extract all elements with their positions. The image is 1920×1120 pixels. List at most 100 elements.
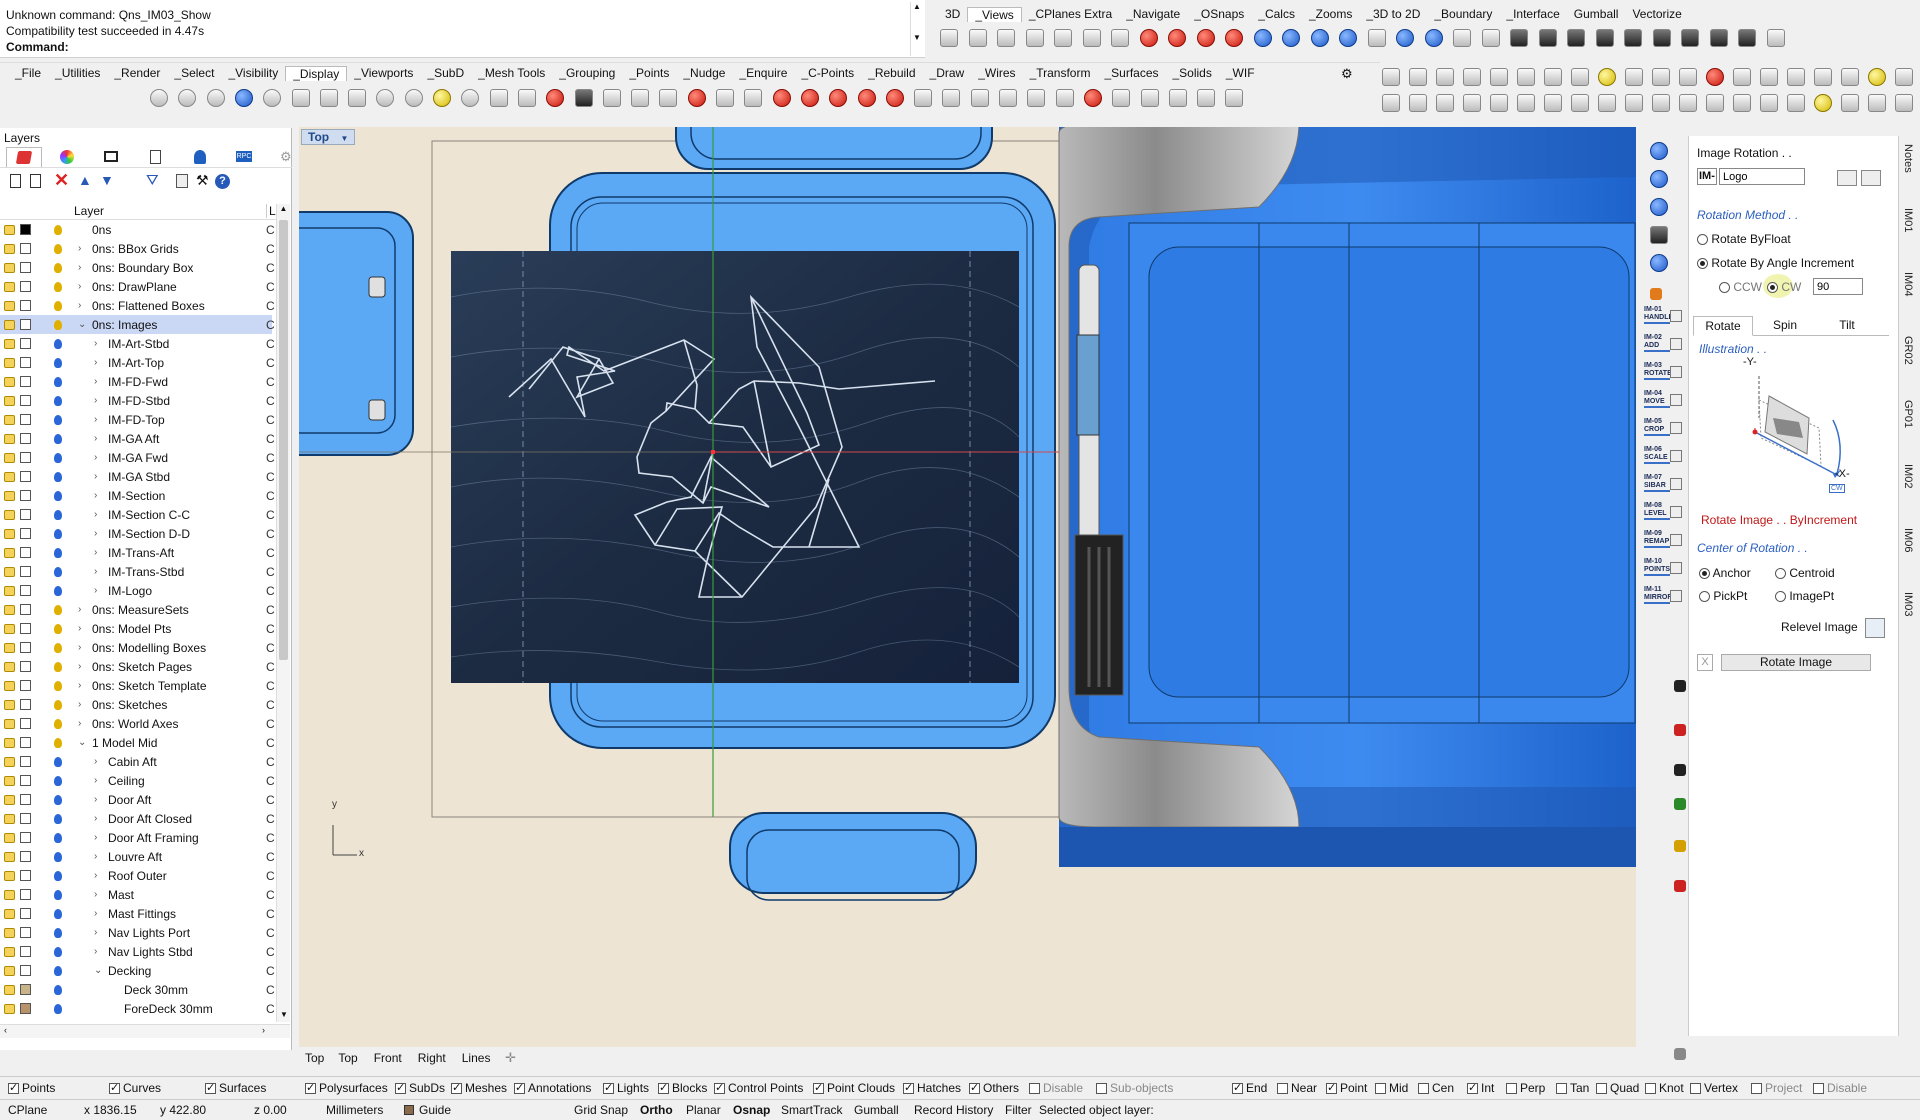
lightbulb-icon[interactable] [54, 718, 62, 729]
layer-row[interactable]: › IM-Art-Top C [0, 353, 275, 372]
edit-tool-button[interactable] [1866, 92, 1888, 114]
top-tab[interactable]: _Zooms [1302, 7, 1359, 22]
chevron-right-icon[interactable]: › [94, 889, 97, 900]
filter-surfaces[interactable]: Surfaces [205, 1081, 266, 1095]
checkbox[interactable] [1418, 1083, 1429, 1094]
chevron-right-icon[interactable]: › [94, 832, 97, 843]
chevron-down-icon[interactable]: ▼ [340, 134, 348, 143]
filter-others[interactable]: Others [969, 1081, 1019, 1095]
lightbulb-icon[interactable] [54, 927, 62, 938]
view-tool-button[interactable] [1565, 27, 1587, 49]
menu-tab[interactable]: _Viewports [347, 66, 420, 81]
chevron-right-icon[interactable]: › [94, 775, 97, 786]
ruler-icon[interactable] [1674, 880, 1686, 892]
layer-color-swatch[interactable] [20, 547, 31, 558]
chevron-right-icon[interactable]: › [94, 851, 97, 862]
chevron-right-icon[interactable]: › [78, 262, 81, 273]
layer-color-swatch[interactable] [20, 604, 31, 615]
osnap-quad[interactable]: Quad [1596, 1081, 1639, 1095]
layer-material-cell[interactable]: C [266, 432, 275, 446]
checkbox[interactable] [1506, 1083, 1517, 1094]
layer-color-swatch[interactable] [20, 224, 31, 235]
tab-properties[interactable] [150, 150, 161, 164]
osnap-near[interactable]: Near [1277, 1081, 1317, 1095]
lock-icon[interactable] [4, 851, 15, 862]
chevron-right-icon[interactable]: › [78, 243, 81, 254]
filter-subds[interactable]: SubDs [395, 1081, 445, 1095]
checkbox[interactable] [1375, 1083, 1386, 1094]
filter-point-clouds[interactable]: Point Clouds [813, 1081, 895, 1095]
layer-row[interactable]: › 0ns: Boundary Box C [0, 258, 275, 277]
layer-row[interactable]: › Cabin Aft C [0, 752, 275, 771]
checkbox[interactable] [714, 1081, 725, 1094]
radio-rotate-byincrement[interactable]: Rotate By Angle Increment [1697, 256, 1854, 270]
layer-row[interactable]: › Door Aft Closed C [0, 809, 275, 828]
side-tool-icon[interactable] [1670, 478, 1682, 490]
layer-color-swatch[interactable] [20, 775, 31, 786]
toggle-grid-snap[interactable]: Grid Snap [574, 1103, 628, 1117]
draw-tool-button[interactable] [1812, 66, 1834, 88]
menu-tab[interactable]: _File [8, 66, 48, 81]
layer-color-swatch[interactable] [20, 642, 31, 653]
view-tool-button[interactable] [1679, 27, 1701, 49]
grid-icon[interactable] [1674, 724, 1686, 736]
lock-icon[interactable] [4, 262, 15, 273]
layer-color-swatch[interactable] [20, 414, 31, 425]
side-tool-im-01[interactable]: IM-01 HANDLE [1644, 306, 1673, 330]
layer-row[interactable]: › Door Aft Framing C [0, 828, 275, 847]
chevron-right-icon[interactable]: › [94, 395, 97, 406]
layer-color-swatch[interactable] [20, 984, 31, 995]
view-tool-button[interactable] [1223, 27, 1245, 49]
layer-row[interactable]: › IM-Logo C [0, 581, 275, 600]
view-tool-button[interactable] [967, 27, 989, 49]
layer-row[interactable]: › Ceiling C [0, 771, 275, 790]
angle-field[interactable] [1813, 278, 1863, 295]
layer-color-swatch[interactable] [20, 908, 31, 919]
lightbulb-icon[interactable] [54, 281, 62, 292]
view-tool-button[interactable] [938, 27, 960, 49]
view-tool-button[interactable] [1537, 27, 1559, 49]
top-tab[interactable]: _Calcs [1251, 7, 1302, 22]
menu-tab[interactable]: _Visibility [221, 66, 285, 81]
view-tool-button[interactable] [1252, 27, 1274, 49]
osnap-point[interactable]: Point [1326, 1081, 1367, 1095]
chevron-right-icon[interactable]: › [94, 813, 97, 824]
lock-icon[interactable] [4, 471, 15, 482]
layer-color-swatch[interactable] [20, 490, 31, 501]
lock-icon[interactable] [4, 585, 15, 596]
layer-row[interactable]: › 0ns: Model Pts C [0, 619, 275, 638]
display-tool-button[interactable] [1223, 87, 1245, 109]
checkbox[interactable] [1232, 1081, 1243, 1094]
view-tool-button[interactable] [995, 27, 1017, 49]
checkbox[interactable] [903, 1081, 914, 1094]
osnap-knot[interactable]: Knot [1645, 1081, 1684, 1095]
layer-material-cell[interactable]: C [266, 299, 275, 313]
lightbulb-icon[interactable] [54, 946, 62, 957]
toggle-osnap[interactable]: Osnap [733, 1103, 770, 1117]
lock-icon[interactable] [4, 794, 15, 805]
chevron-right-icon[interactable]: › [78, 699, 81, 710]
lock-icon[interactable] [4, 813, 15, 824]
chevron-right-icon[interactable]: › [94, 756, 97, 767]
image-name-field[interactable] [1719, 168, 1805, 185]
display-tool-button[interactable] [233, 87, 255, 109]
display-tool-button[interactable] [1110, 87, 1132, 109]
checkbox[interactable] [8, 1081, 19, 1094]
lightbulb-icon[interactable] [54, 699, 62, 710]
layer-material-cell[interactable]: C [266, 565, 275, 579]
osnap-mid[interactable]: Mid [1375, 1081, 1408, 1095]
layer-row[interactable]: › 0ns: DrawPlane C [0, 277, 275, 296]
radio-imagept[interactable]: ImagePt [1775, 589, 1834, 603]
checkbox[interactable] [1277, 1083, 1288, 1094]
checkbox[interactable] [1096, 1083, 1107, 1094]
draw-tool-button[interactable] [1623, 66, 1645, 88]
filter-curves[interactable]: Curves [109, 1081, 161, 1095]
layer-color-swatch[interactable] [20, 319, 31, 330]
lightbulb-icon[interactable] [54, 756, 62, 767]
display-tool-button[interactable] [629, 87, 651, 109]
draw-tool-button[interactable] [1461, 66, 1483, 88]
chevron-right-icon[interactable]: › [94, 946, 97, 957]
layer-material-cell[interactable]: C [266, 812, 275, 826]
filter-hatches[interactable]: Hatches [903, 1081, 961, 1095]
layer-material-cell[interactable]: C [266, 1002, 275, 1016]
